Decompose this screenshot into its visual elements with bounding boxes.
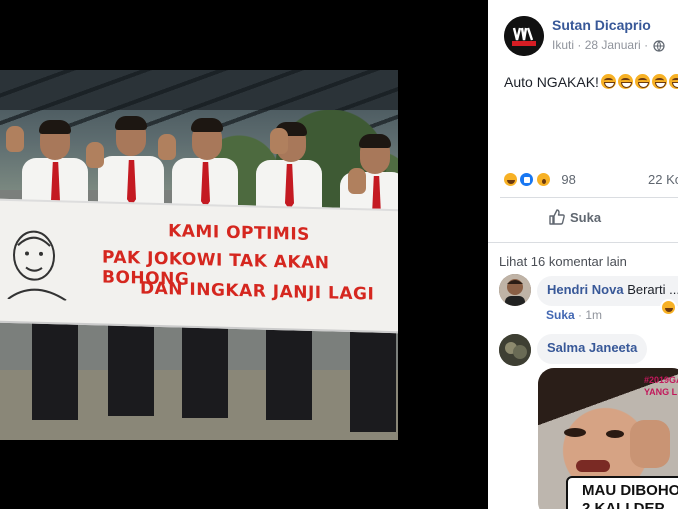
meme-caption-line-2: 2 KALI DEP — [582, 500, 665, 509]
avatar — [499, 274, 531, 306]
comment-count-link[interactable]: 22 Ko — [648, 172, 678, 187]
globe-icon — [653, 40, 666, 52]
thumbs-up-icon — [549, 209, 565, 225]
follow-button[interactable]: Ikuti — [552, 38, 574, 52]
meme-hashtag-line-1: #2019GA — [644, 375, 678, 385]
comment-like-button[interactable]: Suka — [546, 308, 575, 322]
comment-time[interactable]: 1m — [585, 308, 602, 322]
avatar — [499, 334, 531, 366]
commenter-avatar[interactable] — [499, 334, 531, 366]
comment-meme-image[interactable]: #2019GA YANG L MAU DIBOHO 2 KALI DEP — [538, 368, 678, 509]
laughing-emoji-icon — [668, 74, 678, 89]
page-logo-icon — [504, 16, 544, 56]
post-date[interactable]: 28 Januari — [585, 38, 641, 52]
comment-actions-separator: · — [574, 308, 586, 322]
meme-caption: MAU DIBOHO 2 KALI DEP — [566, 476, 678, 509]
post-text: Auto NGAKAK! — [504, 74, 678, 90]
protest-banner: KAMI OPTIMIS PAK JOKOWI TAK AKAN BOHONG … — [0, 198, 398, 334]
comment-author-link[interactable]: Hendri Nova — [547, 282, 624, 297]
reaction-summary[interactable]: 98 — [502, 171, 576, 189]
wow-reaction-icon — [534, 171, 552, 189]
comment-actions: Suka · 1m — [546, 308, 602, 322]
post-meta: Ikuti · 28 Januari · — [552, 38, 666, 52]
comment-haha-reaction-icon[interactable] — [660, 299, 677, 316]
meme-eye — [564, 428, 586, 437]
post-photo[interactable]: KAMI OPTIMIS PAK JOKOWI TAK AKAN BOHONG … — [0, 70, 398, 440]
meta-separator: · — [574, 38, 585, 52]
meme-hand — [630, 420, 670, 468]
meme-caption-line-1: MAU DIBOHO — [582, 482, 678, 499]
meme-hashtag-line-2: YANG L — [644, 387, 678, 397]
meta-separator: · — [640, 38, 652, 52]
meme-mouth — [576, 460, 610, 472]
comment-bubble: Hendri Nova Berarti ... — [537, 276, 678, 306]
comment-text: Berarti ... — [623, 282, 678, 297]
laughing-emoji-icon — [600, 74, 616, 89]
page-avatar[interactable] — [504, 16, 544, 56]
laughing-emoji-icon — [617, 74, 633, 89]
haha-reaction-icon — [502, 171, 519, 189]
divider — [500, 197, 678, 198]
post-text-content: Auto NGAKAK! — [504, 74, 599, 90]
photo-viewer: KAMI OPTIMIS PAK JOKOWI TAK AKAN BOHONG … — [0, 0, 488, 509]
meme-hashtag: #2019GA YANG L — [644, 374, 678, 398]
comment-author-link[interactable]: Salma Janeeta — [547, 340, 637, 355]
commenter-avatar[interactable] — [499, 274, 531, 306]
post-side-panel: Sutan Dicaprio Ikuti · 28 Januari · Auto… — [488, 0, 678, 509]
reaction-count: 98 — [561, 172, 576, 188]
laughing-emoji-icon — [634, 74, 650, 89]
like-button[interactable]: Suka — [548, 208, 601, 232]
page-name-link[interactable]: Sutan Dicaprio — [552, 17, 651, 33]
divider — [488, 242, 678, 243]
laughing-emoji-icon — [651, 74, 667, 89]
like-button-label: Suka — [570, 210, 602, 225]
meme-eye — [606, 430, 624, 438]
view-more-comments-link[interactable]: Lihat 16 komentar lain — [499, 254, 627, 269]
emoji-row — [599, 74, 678, 90]
comment-bubble: Salma Janeeta — [537, 334, 648, 364]
like-reaction-icon — [518, 171, 536, 189]
